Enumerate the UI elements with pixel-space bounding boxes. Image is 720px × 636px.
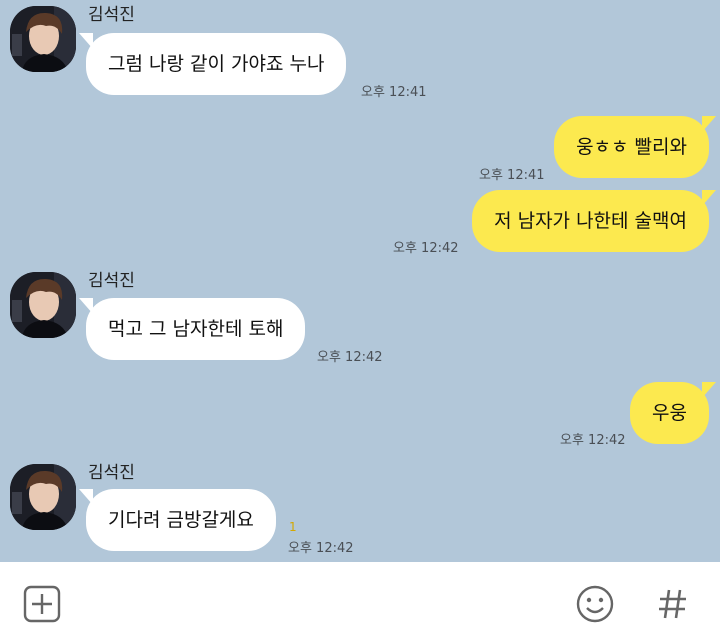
sender-name: 김석진 [88,271,135,291]
profile-photo [10,6,76,72]
hashtag-icon[interactable] [655,584,691,624]
message-time: 오후 12:42 [288,541,354,556]
profile-photo [10,272,76,338]
add-icon[interactable] [22,584,62,624]
chat-area[interactable]: 김석진 그럼 나랑 같이 가야죠 누나 오후 12:41 웅ㅎㅎ 빨리와 오후 … [0,0,720,562]
message-bubble[interactable]: 저 남자가 나한테 술맥여 [472,190,716,252]
message-bubble[interactable]: 먹고 그 남자한테 토해 [78,298,306,360]
message-bubble[interactable]: 그럼 나랑 같이 가야죠 누나 [78,33,347,95]
profile-photo [10,464,76,530]
message-bubble[interactable]: 기다려 금방갈게요 [79,489,276,551]
emoji-icon[interactable] [575,584,615,624]
avatar[interactable] [10,6,76,72]
message-time: 오후 12:41 [479,168,545,183]
message-bubble[interactable]: 우웅 [630,382,716,444]
sender-name: 김석진 [88,463,135,483]
sender-name: 김석진 [88,5,135,25]
input-bar [0,562,720,636]
message-time: 오후 12:42 [393,241,459,256]
avatar[interactable] [10,272,76,338]
avatar[interactable] [10,464,76,530]
message-time: 오후 12:42 [317,350,383,365]
message-time: 오후 12:42 [560,433,626,448]
message-time: 오후 12:41 [361,85,427,100]
message-bubble[interactable]: 웅ㅎㅎ 빨리와 [554,116,716,178]
unread-count: 1 [289,520,297,534]
